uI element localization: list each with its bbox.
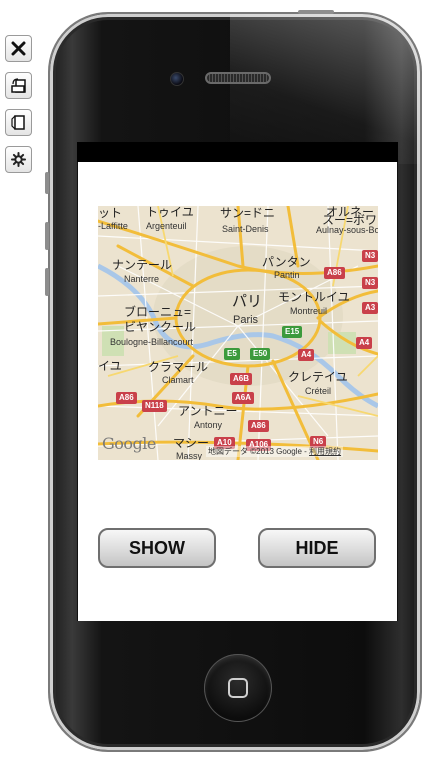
map-label: パリ: [232, 293, 263, 310]
earpiece-speaker: [205, 72, 271, 84]
road-shield: N3: [362, 250, 378, 262]
map-label: Paris: [233, 314, 259, 326]
map-label: -Laffitte: [98, 221, 128, 231]
show-button[interactable]: SHOW: [98, 528, 216, 568]
rotate-left-icon: [11, 78, 26, 93]
terms-link[interactable]: 利用規約: [309, 447, 341, 456]
map-label: ブローニュ=: [124, 305, 192, 319]
rotate-right-button[interactable]: [5, 109, 32, 136]
volume-up-button[interactable]: [45, 222, 49, 250]
mute-switch[interactable]: [45, 172, 49, 194]
road-shield: E50: [250, 348, 271, 360]
map-label: Créteil: [305, 386, 332, 396]
map-label: Argenteuil: [146, 221, 187, 231]
map-label: イユ: [98, 359, 122, 373]
close-button[interactable]: [5, 35, 32, 62]
road-shield: A6A: [232, 392, 255, 404]
map-label: ット: [98, 206, 123, 220]
map-label: アントニー: [178, 404, 238, 418]
map-label: パンタン: [262, 255, 311, 269]
map-label: Boulogne-Billancourt: [110, 337, 194, 347]
map-label: Massy: [176, 451, 203, 461]
map-label: Montreuil: [290, 306, 328, 316]
map-label: トゥイユ: [146, 206, 194, 219]
home-square-icon: [228, 678, 248, 698]
power-button[interactable]: [298, 10, 334, 14]
map-label: Clamart: [162, 375, 194, 385]
road-shield: A6B: [230, 373, 253, 385]
road-shield: A86: [324, 267, 345, 279]
road-shield: A86: [248, 420, 269, 432]
settings-gear-icon: [11, 152, 26, 167]
map-label: Nanterre: [124, 274, 160, 284]
rotate-right-icon: [11, 115, 25, 130]
road-shield: N3: [362, 277, 378, 289]
home-button[interactable]: [204, 654, 272, 722]
app-content: ット トゥイユ サン=ドニ オルネー スー=ボワ -Laffitte Argen…: [77, 162, 398, 621]
map-label: クラマール: [148, 360, 209, 374]
phone-screen: ット トゥイユ サン=ドニ オルネー スー=ボワ -Laffitte Argen…: [77, 142, 398, 621]
map-label: サン=ドニ: [220, 206, 276, 220]
road-shield: E15: [282, 326, 303, 338]
rotate-left-button[interactable]: [5, 72, 32, 99]
map-view[interactable]: ット トゥイユ サン=ドニ オルネー スー=ボワ -Laffitte Argen…: [98, 206, 378, 460]
map-label: モントルイユ: [278, 290, 350, 304]
road-shield: E5: [224, 348, 240, 360]
google-logo: Google: [102, 434, 156, 453]
road-shield: A4: [356, 337, 373, 349]
map-attribution: 地図データ ©2013 Google - 利用規約: [206, 446, 344, 457]
map-label: Pantin: [274, 270, 300, 280]
map-label: ナンテール: [112, 258, 173, 272]
road-shield: A4: [298, 349, 315, 361]
map-label: クレテイユ: [288, 370, 348, 384]
map-label: ビヤンクール: [124, 320, 197, 334]
road-shield: N118: [142, 400, 167, 412]
road-shield: A3: [362, 302, 378, 314]
map-label: マシー: [173, 436, 210, 450]
road-shield: A86: [116, 392, 137, 404]
close-icon: [11, 41, 26, 56]
map-label: Antony: [194, 420, 223, 430]
attribution-text: 地図データ ©2013 Google -: [208, 447, 310, 456]
hide-button[interactable]: HIDE: [258, 528, 376, 568]
settings-button[interactable]: [5, 146, 32, 173]
volume-down-button[interactable]: [45, 268, 49, 296]
front-camera-icon: [170, 72, 184, 86]
map-label: Saint-Denis: [222, 224, 269, 234]
map-label: Aulnay-sous-Bois: [316, 225, 378, 235]
